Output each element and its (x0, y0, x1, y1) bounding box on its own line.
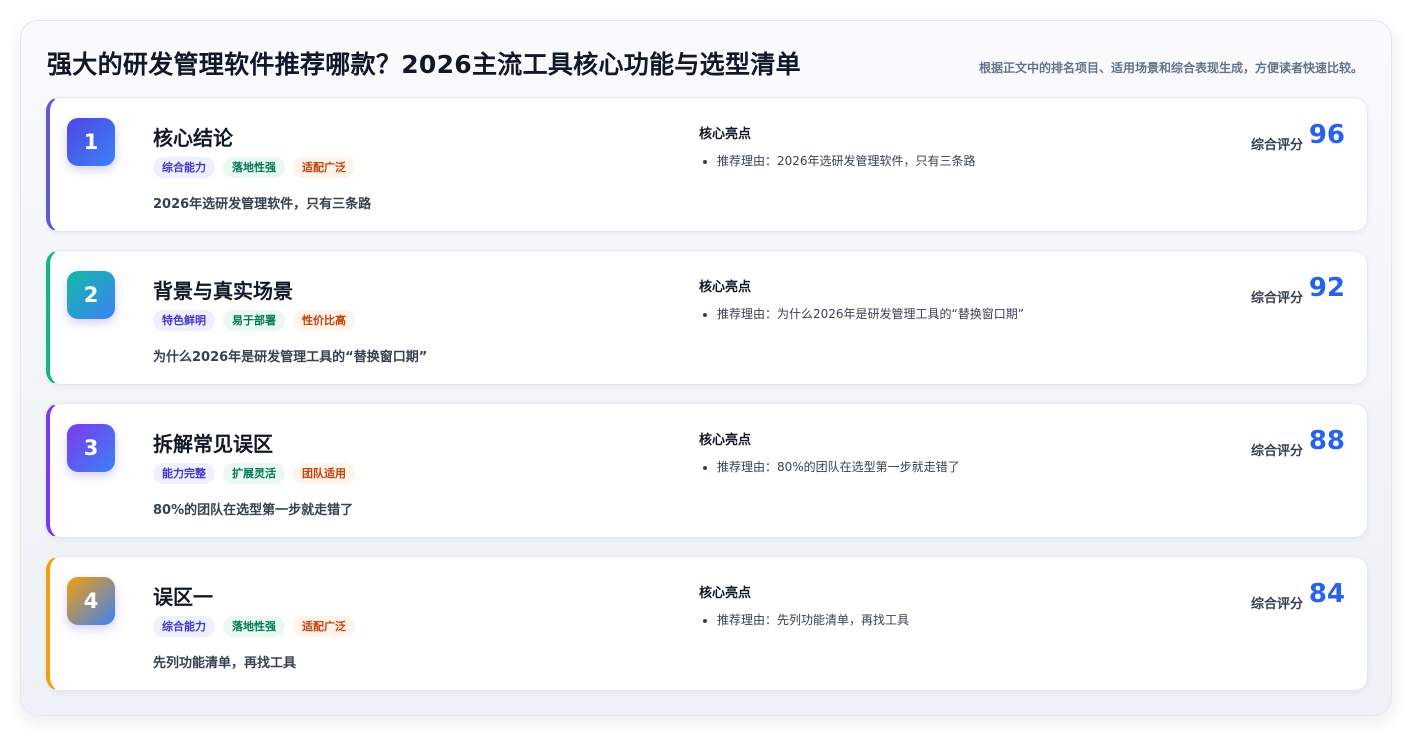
highlight-item: 推荐理由：2026年选研发管理软件，只有三条路 (717, 152, 976, 169)
feature-tag: 易于部署 (223, 310, 285, 331)
feature-tag: 能力完整 (153, 463, 215, 484)
ranking-card[interactable]: 1 核心结论 综合能力 落地性强 适配广泛 2026年选研发管理软件，只有三条路… (46, 97, 1368, 232)
highlights-list: 推荐理由：为什么2026年是研发管理工具的“替换窗口期” (699, 305, 1024, 322)
score-value: 92 (1308, 273, 1345, 303)
card-title: 核心结论 (153, 126, 233, 150)
tag-list: 综合能力 落地性强 适配广泛 (153, 157, 355, 178)
ranking-panel: 强大的研发管理软件推荐哪款？2026主流工具核心功能与选型清单 根据正文中的排名… (20, 20, 1392, 716)
rank-badge: 1 (67, 118, 115, 166)
tag-list: 能力完整 扩展灵活 团队适用 (153, 463, 355, 484)
highlights-heading: 核心亮点 (699, 127, 752, 142)
ranking-card[interactable]: 4 误区一 综合能力 落地性强 适配广泛 先列功能清单，再找工具 核心亮点 推荐… (46, 556, 1368, 691)
rank-badge: 4 (67, 577, 115, 625)
ranking-card[interactable]: 2 背景与真实场景 特色鲜明 易于部署 性价比高 为什么2026年是研发管理工具… (46, 250, 1368, 385)
feature-tag: 适配广泛 (293, 157, 355, 178)
highlights-heading: 核心亮点 (699, 433, 752, 448)
feature-tag: 适配广泛 (293, 616, 355, 637)
card-description: 先列功能清单，再找工具 (153, 656, 297, 671)
rank-badge: 3 (67, 424, 115, 472)
feature-tag: 落地性强 (223, 616, 285, 637)
card-description: 2026年选研发管理软件，只有三条路 (153, 197, 372, 212)
card-title: 误区一 (153, 585, 213, 609)
feature-tag: 综合能力 (153, 157, 215, 178)
highlight-item: 推荐理由：80%的团队在选型第一步就走错了 (717, 458, 960, 475)
page-subtitle: 根据正文中的排名项目、适用场景和综合表现生成，方便读者快速比较。 (978, 61, 1363, 75)
card-title: 背景与真实场景 (153, 279, 293, 303)
feature-tag: 扩展灵活 (223, 463, 285, 484)
highlight-item: 推荐理由：为什么2026年是研发管理工具的“替换窗口期” (717, 305, 1024, 322)
ranking-card[interactable]: 3 拆解常见误区 能力完整 扩展灵活 团队适用 80%的团队在选型第一步就走错了… (46, 403, 1368, 538)
feature-tag: 综合能力 (153, 616, 215, 637)
highlights-list: 推荐理由：先列功能清单，再找工具 (699, 611, 909, 628)
tag-list: 综合能力 落地性强 适配广泛 (153, 616, 355, 637)
score-value: 88 (1308, 426, 1345, 456)
feature-tag: 团队适用 (293, 463, 355, 484)
highlights-list: 推荐理由：2026年选研发管理软件，只有三条路 (699, 152, 976, 169)
highlights-heading: 核心亮点 (699, 280, 752, 295)
card-description: 为什么2026年是研发管理工具的“替换窗口期” (153, 350, 428, 365)
highlight-item: 推荐理由：先列功能清单，再找工具 (717, 611, 909, 628)
score-value: 84 (1308, 579, 1345, 609)
highlights-heading: 核心亮点 (699, 586, 752, 601)
feature-tag: 特色鲜明 (153, 310, 215, 331)
card-title: 拆解常见误区 (153, 432, 273, 456)
page-title: 强大的研发管理软件推荐哪款？2026主流工具核心功能与选型清单 (47, 50, 801, 79)
card-description: 80%的团队在选型第一步就走错了 (153, 503, 354, 518)
tag-list: 特色鲜明 易于部署 性价比高 (153, 310, 355, 331)
rank-badge: 2 (67, 271, 115, 319)
feature-tag: 性价比高 (293, 310, 355, 331)
score-label: 综合评分 (1250, 291, 1303, 306)
score-value: 96 (1308, 120, 1345, 150)
highlights-list: 推荐理由：80%的团队在选型第一步就走错了 (699, 458, 960, 475)
score-label: 综合评分 (1250, 597, 1303, 612)
feature-tag: 落地性强 (223, 157, 285, 178)
score-label: 综合评分 (1250, 444, 1303, 459)
score-label: 综合评分 (1250, 138, 1303, 153)
